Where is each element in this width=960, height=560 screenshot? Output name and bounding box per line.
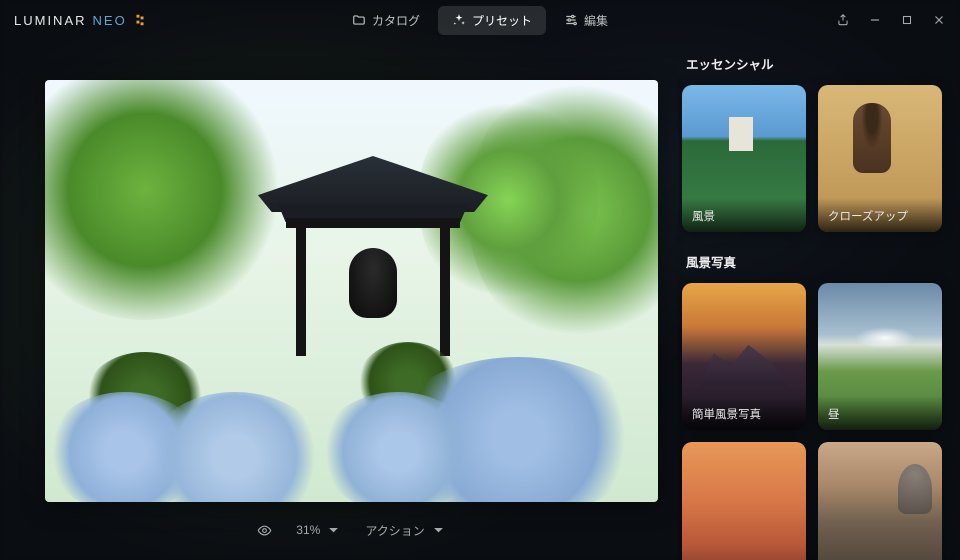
tab-label: 編集 [584,12,608,29]
close-button[interactable] [932,13,946,27]
preset-card[interactable] [682,442,806,560]
maximize-button[interactable] [900,13,914,27]
share-icon [836,13,850,27]
app-name: LUMINAR [14,13,87,28]
preset-grid: 風景クローズアップ [682,85,942,232]
actions-label: アクション [365,522,424,539]
minimize-icon [868,13,882,27]
preset-thumbnail [682,442,806,560]
eye-icon [257,523,272,538]
tab-presets[interactable]: プリセット [438,6,546,35]
close-icon [932,13,946,27]
actions-menu[interactable]: アクション [365,522,445,539]
preset-label: 風景 [682,198,806,232]
window-controls [836,13,946,27]
topbar: LUMINAR NEO カタログ プリセット 編集 [0,0,960,40]
preset-card[interactable]: クローズアップ [818,85,942,232]
preview-toggle[interactable] [257,523,272,538]
preset-label: 簡単風景写真 [682,396,806,430]
minimize-button[interactable] [868,13,882,27]
viewer-toolbar: 31% アクション [45,510,658,550]
tab-edit[interactable]: 編集 [550,6,622,35]
viewer-panel: 31% アクション [0,40,678,560]
zoom-control[interactable]: 31% [296,523,341,538]
chevron-down-icon [326,523,341,538]
nav-tabs: カタログ プリセット 編集 [338,6,622,35]
chevron-down-icon [431,523,446,538]
tab-label: カタログ [372,12,420,29]
preset-card[interactable]: 簡単風景写真 [682,283,806,430]
preset-thumbnail [818,442,942,560]
maximize-icon [900,13,914,27]
sparkle-icon [452,13,466,27]
image-canvas[interactable] [45,80,658,502]
app-suffix: NEO [93,13,127,28]
zoom-value: 31% [296,523,320,537]
folder-icon [352,13,366,27]
preset-label: 昼 [818,396,942,430]
preset-grid: 簡単風景写真昼 [682,283,942,560]
app-logo: LUMINAR NEO [14,13,147,28]
sliders-icon [564,13,578,27]
share-button[interactable] [836,13,850,27]
logo-icon [133,13,147,27]
section-title: エッセンシャル [686,54,942,73]
section-title: 風景写真 [686,252,942,271]
presets-sidebar[interactable]: エッセンシャル風景クローズアップ風景写真簡単風景写真昼 [678,40,960,560]
preset-label: クローズアップ [818,198,942,232]
preset-card[interactable]: 風景 [682,85,806,232]
tab-label: プリセット [472,12,532,29]
preset-card[interactable]: 昼 [818,283,942,430]
tab-catalog[interactable]: カタログ [338,6,434,35]
preset-card[interactable] [818,442,942,560]
